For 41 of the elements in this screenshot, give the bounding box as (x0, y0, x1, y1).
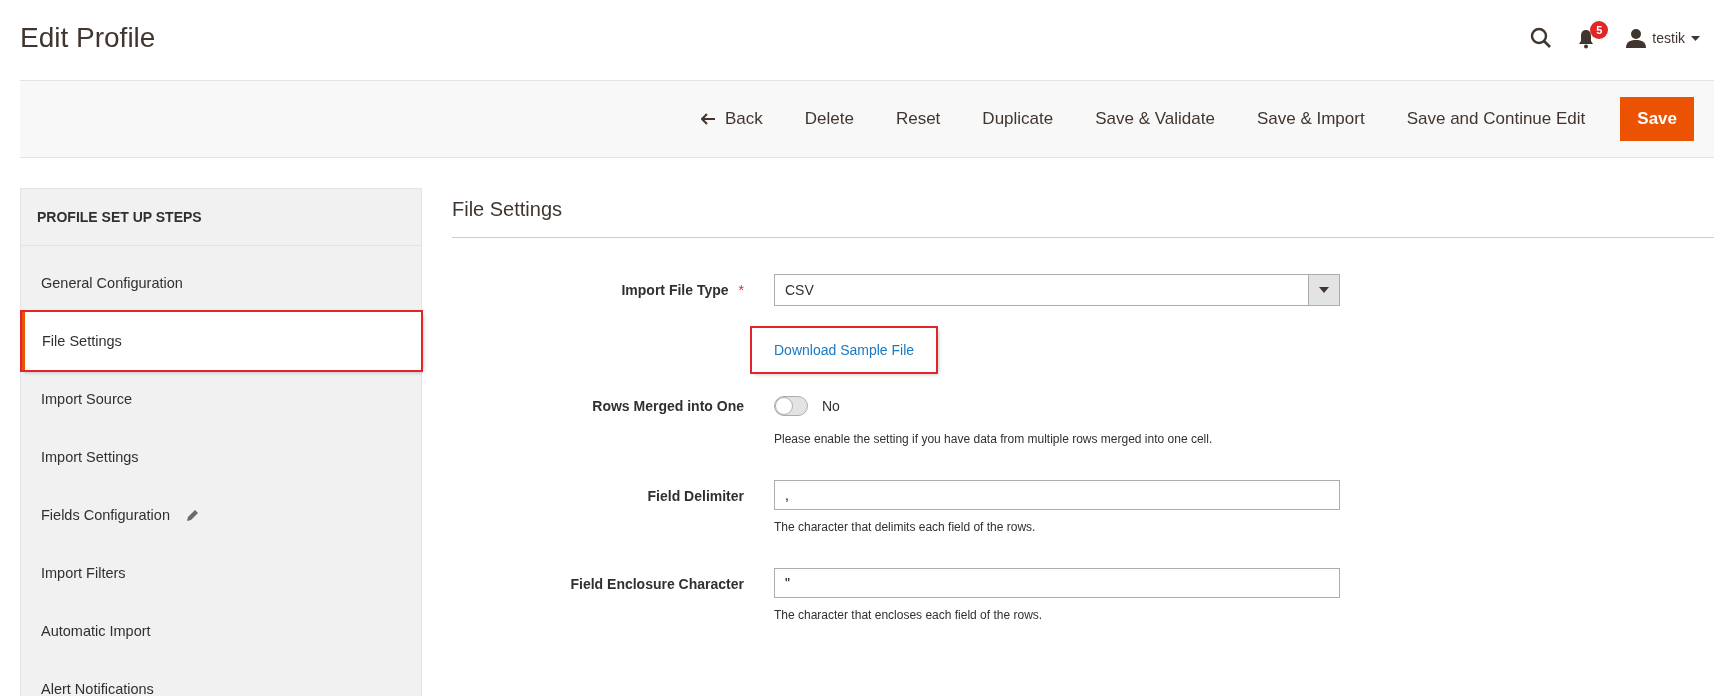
required-mark: * (738, 282, 744, 298)
caret-icon (1691, 35, 1700, 41)
toolbar-button[interactable]: Reset (878, 99, 958, 139)
step-item[interactable]: Fields Configuration (21, 486, 421, 544)
back-button[interactable]: Back (684, 99, 780, 139)
bell-icon[interactable] (1578, 29, 1595, 49)
arrow-left-icon (701, 113, 715, 125)
step-item[interactable]: Alert Notifications (21, 660, 421, 696)
field-label: Field Enclosure Character (570, 576, 744, 592)
field-note: The character that encloses each field of the rows. (774, 608, 1044, 622)
field-label: Import File Type (621, 282, 729, 298)
steps-heading: PROFILE SET UP STEPS (21, 189, 421, 246)
step-item[interactable]: File Settings (22, 312, 421, 370)
user-menu[interactable]: testik (1626, 28, 1700, 48)
search-icon[interactable] (1530, 27, 1553, 49)
step-item[interactable]: General Configuration (21, 254, 421, 312)
toolbar-button[interactable]: Save & Validate (1078, 99, 1232, 139)
save-button[interactable]: Save (1620, 97, 1694, 141)
toolbar-button[interactable]: Duplicate (965, 99, 1071, 139)
toggle-value: No (822, 398, 840, 414)
toolbar-button[interactable]: Delete (787, 99, 871, 139)
toolbar-button[interactable]: Save & Import (1239, 99, 1382, 139)
step-item[interactable]: Import Filters (21, 544, 421, 602)
download-sample-link[interactable]: Download Sample File (752, 328, 937, 372)
step-item[interactable]: Import Source (21, 370, 421, 428)
step-item[interactable]: Import Settings (21, 428, 421, 486)
field-label: Rows Merged into One (592, 398, 744, 414)
field-note: The character that delimits each field of the rows. (774, 520, 1037, 534)
toggle-switch[interactable] (774, 396, 808, 416)
field-label: Field Delimiter (647, 488, 744, 504)
caret-icon (1319, 287, 1329, 293)
field-note: Please enable the setting if you have data from multiple rows merged into one cell. (774, 432, 1214, 446)
section-title: File Settings (452, 188, 1714, 238)
file-type-select[interactable]: CSV (774, 274, 1340, 306)
step-item[interactable]: Automatic Import (21, 602, 421, 660)
input-field[interactable]: , (774, 480, 1340, 510)
notification-badge: 5 (1590, 21, 1609, 39)
page-title: Edit Profile (20, 22, 157, 54)
input-field[interactable]: " (774, 568, 1340, 598)
toolbar-button[interactable]: Save and Continue Edit (1389, 99, 1603, 139)
user-icon (1626, 28, 1647, 48)
